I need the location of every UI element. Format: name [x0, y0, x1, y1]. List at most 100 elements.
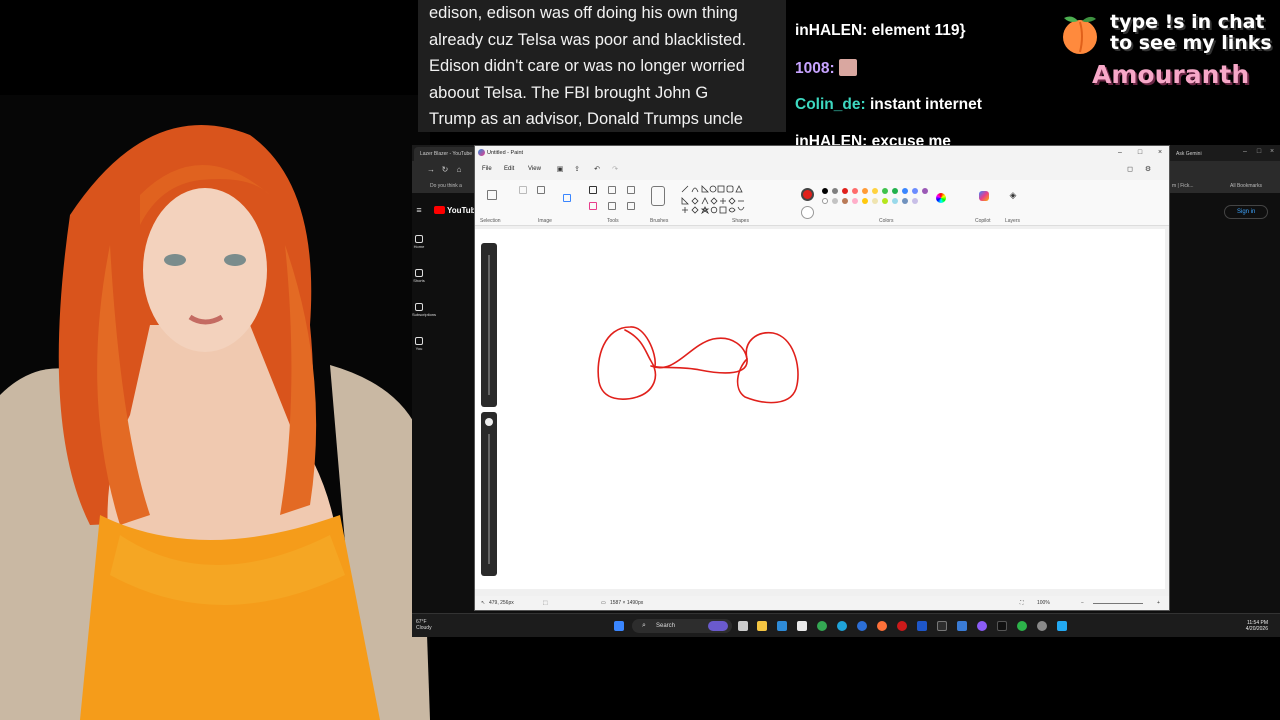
edit-colors-icon[interactable]	[936, 193, 946, 203]
text-icon[interactable]	[627, 186, 635, 194]
weather-widget[interactable]: 67°F Cloudy	[416, 619, 432, 631]
palette-swatch[interactable]	[842, 198, 848, 204]
app-icon[interactable]	[977, 621, 987, 631]
comment-icon[interactable]: ◻	[1125, 165, 1135, 175]
fill-icon[interactable]	[608, 186, 616, 194]
promo-text: type !s in chat	[1110, 11, 1265, 33]
select-icon[interactable]	[487, 190, 497, 200]
yt-nav-you[interactable]: You	[412, 337, 426, 351]
resize-icon[interactable]	[537, 186, 545, 194]
store-icon[interactable]	[777, 621, 787, 631]
palette-swatch[interactable]	[852, 198, 858, 204]
redo-icon[interactable]: ↷	[610, 165, 620, 175]
palette-swatch[interactable]	[882, 188, 888, 194]
yt-nav-shorts[interactable]: Shorts	[412, 269, 426, 283]
widget-icon[interactable]	[708, 621, 728, 631]
palette-swatch[interactable]	[912, 188, 918, 194]
palette-swatch[interactable]	[862, 198, 868, 204]
start-icon[interactable]	[614, 621, 624, 631]
minimize-icon[interactable]: –	[1115, 148, 1125, 158]
browser-tab[interactable]: Lazer Blazer - YouTube	[414, 147, 479, 161]
zoom-in-icon[interactable]: +	[1157, 600, 1160, 606]
forward-icon[interactable]: →	[426, 165, 436, 175]
crop-icon[interactable]	[519, 186, 527, 194]
palette-swatch[interactable]	[842, 188, 848, 194]
calendar-icon[interactable]	[797, 621, 807, 631]
yt-nav-subscriptions[interactable]: Subscriptions	[412, 303, 436, 317]
palette-swatch[interactable]	[852, 188, 858, 194]
palette-swatch[interactable]	[902, 188, 908, 194]
palette-swatch[interactable]	[822, 198, 828, 204]
brush-icon[interactable]	[651, 186, 665, 206]
layers-icon[interactable]: ◈	[1008, 190, 1018, 200]
chrome-icon[interactable]	[817, 621, 827, 631]
color-1-swatch[interactable]	[801, 188, 814, 201]
zoom-slider-panel[interactable]	[481, 243, 497, 407]
task-view-icon[interactable]	[738, 621, 748, 631]
reload-icon[interactable]: ↻	[440, 165, 450, 175]
shapes-gallery-icon[interactable]	[680, 184, 750, 214]
menu-icon[interactable]: ≡	[414, 205, 424, 215]
settings-icon[interactable]: ⚙	[1143, 165, 1153, 175]
webcam-feed	[0, 95, 430, 720]
home-icon[interactable]: ⌂	[454, 165, 464, 175]
magnifier-icon[interactable]	[627, 202, 635, 210]
ask-gemini-button[interactable]: Ask Gemini	[1170, 147, 1208, 161]
app-icon[interactable]	[957, 621, 967, 631]
settings-icon[interactable]	[1037, 621, 1047, 631]
chat-username: Colin_de:	[795, 96, 866, 113]
palette-swatch[interactable]	[832, 198, 838, 204]
palette-swatch[interactable]	[872, 198, 878, 204]
menu-view[interactable]: View	[528, 166, 541, 172]
palette-swatch[interactable]	[832, 188, 838, 194]
share-icon[interactable]: ⇪	[572, 165, 582, 175]
palette-swatch[interactable]	[912, 198, 918, 204]
steam-icon[interactable]	[937, 621, 947, 631]
firefox-icon[interactable]	[877, 621, 887, 631]
menu-edit[interactable]: Edit	[504, 166, 514, 172]
brush-size-slider-panel[interactable]	[481, 412, 497, 576]
save-icon[interactable]: ▣	[555, 165, 565, 175]
image-select-icon[interactable]	[563, 194, 571, 202]
menu-file[interactable]: File	[482, 166, 492, 172]
palette-swatch[interactable]	[902, 198, 908, 204]
zoom-level[interactable]: 100%	[1037, 600, 1050, 606]
palette-swatch[interactable]	[882, 198, 888, 204]
photoshop-icon[interactable]	[997, 621, 1007, 631]
color-2-swatch[interactable]	[801, 206, 814, 219]
close-icon[interactable]: ×	[1155, 148, 1165, 158]
palette-swatch[interactable]	[862, 188, 868, 194]
all-bookmarks[interactable]: All Bookmarks	[1230, 183, 1262, 189]
file-explorer-icon[interactable]	[757, 621, 767, 631]
opera-icon[interactable]	[897, 621, 907, 631]
palette-swatch[interactable]	[892, 188, 898, 194]
close-icon[interactable]: ×	[1267, 147, 1277, 157]
palette-swatch[interactable]	[872, 188, 878, 194]
drawing-canvas[interactable]	[475, 229, 1165, 589]
palette-swatch[interactable]	[822, 188, 828, 194]
bookmark-item[interactable]: m | Fick...	[1172, 183, 1194, 189]
palette-swatch[interactable]	[922, 188, 928, 194]
yt-nav-home[interactable]: Home	[412, 235, 426, 249]
edge-icon[interactable]	[837, 621, 847, 631]
paint-taskbar-icon[interactable]	[1057, 621, 1067, 631]
zoom-slider[interactable]	[1093, 603, 1143, 604]
maximize-icon[interactable]: □	[1135, 148, 1145, 158]
maximize-icon[interactable]: □	[1254, 147, 1264, 157]
palette-swatch[interactable]	[892, 198, 898, 204]
bookmark-item[interactable]: Do you think a	[430, 183, 462, 189]
app-icon[interactable]	[917, 621, 927, 631]
sign-in-button[interactable]: Sign in	[1224, 205, 1268, 219]
fit-icon[interactable]: ⛶	[1020, 600, 1024, 606]
browser-icon[interactable]	[857, 621, 867, 631]
zoom-out-icon[interactable]: −	[1081, 600, 1084, 606]
emote-icon	[838, 59, 857, 76]
eraser-icon[interactable]	[589, 202, 597, 210]
color-picker-icon[interactable]	[608, 202, 616, 210]
app-icon[interactable]	[1017, 621, 1027, 631]
system-clock[interactable]: 11:54 PM 4/20/2026	[1246, 620, 1268, 632]
copilot-icon[interactable]	[979, 191, 989, 201]
pencil-icon[interactable]	[589, 186, 597, 194]
undo-icon[interactable]: ↶	[592, 165, 602, 175]
minimize-icon[interactable]: –	[1240, 147, 1250, 157]
